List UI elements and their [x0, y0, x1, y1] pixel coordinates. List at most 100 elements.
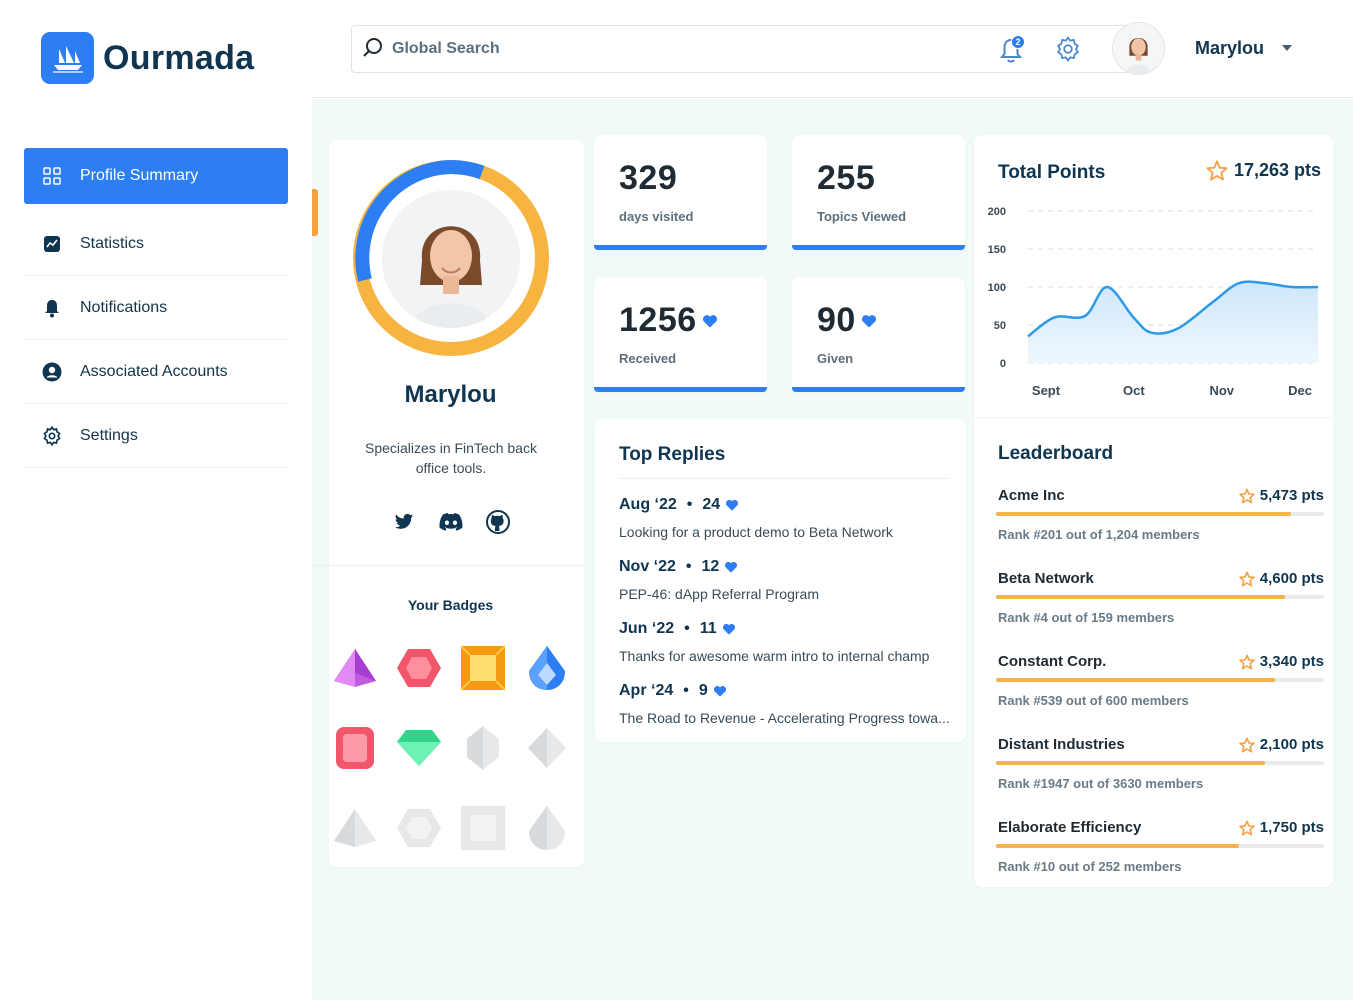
- leaderboard-item[interactable]: Elaborate Efficiency 1,750 pts Rank #10 ou…: [996, 819, 1324, 874]
- discord-icon[interactable]: [438, 509, 464, 535]
- leaderboard-item[interactable]: Acme Inc 5,473 pts Rank #201 out of 1,204 …: [996, 487, 1324, 542]
- leaderboard-points: 2,100 pts: [1238, 736, 1324, 753]
- leaderboard-rank: Rank #4 out of 159 members: [998, 610, 1175, 625]
- active-indicator: [312, 189, 318, 236]
- leaderboard-name: Acme Inc: [998, 487, 1065, 504]
- leaderboard-item[interactable]: Distant Industries 2,100 pts Rank #1947 ou…: [996, 736, 1324, 791]
- leaderboard-progress-bar: [996, 595, 1324, 599]
- reply-date: Aug ‘22: [619, 496, 677, 513]
- notification-count-badge: 2: [1011, 35, 1025, 49]
- star-icon: [1238, 488, 1255, 503]
- bell-icon: [42, 298, 62, 318]
- chevron-down-icon[interactable]: [1282, 45, 1292, 51]
- total-points-title: Total Points: [998, 162, 1106, 183]
- y-tick-label: 100: [988, 282, 1006, 294]
- leaderboard-points: 5,473 pts: [1238, 487, 1324, 504]
- leaderboard-progress-bar: [996, 512, 1324, 516]
- pink-ruby-gem-icon[interactable]: [331, 724, 379, 772]
- stat-value: 255: [817, 159, 876, 197]
- leaderboard-points: 3,340 pts: [1238, 653, 1324, 670]
- settings-gear-icon[interactable]: [1055, 36, 1083, 64]
- gray-pyramid-gem-icon[interactable]: [331, 804, 379, 852]
- leaderboard-name: Constant Corp.: [998, 653, 1107, 670]
- sidebar: Ourmada Profile Summary Statistics Notif…: [0, 0, 312, 1000]
- leaderboard-rank: Rank #10 out of 252 members: [998, 859, 1182, 874]
- star-icon: [1238, 654, 1255, 669]
- heart-icon: [725, 561, 738, 573]
- reply-item[interactable]: Apr ‘24 • 9 The Road to Revenue - Accelera…: [619, 682, 959, 726]
- app-name: Ourmada: [103, 38, 255, 77]
- gray-oval-gem-icon[interactable]: [459, 724, 507, 772]
- heart-icon: [702, 314, 717, 327]
- leaderboard-progress-fill: [996, 512, 1292, 516]
- profile-name: Marylou: [404, 381, 497, 408]
- leaderboard-rank: Rank #201 out of 1,204 members: [998, 527, 1200, 542]
- gray-star-gem-icon[interactable]: [523, 724, 571, 772]
- leaderboard-progress-fill: [996, 844, 1239, 848]
- reply-text: The Road to Revenue - Accelerating Progr…: [619, 710, 950, 726]
- leaderboard-progress-fill: [996, 678, 1275, 682]
- star-icon: [1238, 737, 1255, 752]
- gray-hexagon-gem-icon[interactable]: [395, 804, 443, 852]
- red-hexagon-gem-icon[interactable]: [395, 644, 443, 692]
- sidebar-nav: Profile Summary Statistics Notifications…: [24, 148, 288, 468]
- gray-square-gem-icon[interactable]: [459, 804, 507, 852]
- leaderboard-progress-fill: [996, 761, 1265, 765]
- divider: [619, 478, 949, 479]
- sidebar-item-label: Associated Accounts: [80, 362, 228, 380]
- leaderboard-name: Elaborate Efficiency: [998, 819, 1142, 836]
- stat-card-likes-given: 90 Given: [792, 277, 965, 392]
- top-header: 2 Marylou: [312, 0, 1353, 98]
- stat-card-topics-viewed: 255 Topics Viewed: [792, 135, 965, 250]
- sidebar-item-label: Statistics: [80, 234, 145, 252]
- leaderboard-progress-bar: [996, 761, 1324, 765]
- leaderboard-name: Beta Network: [998, 570, 1094, 587]
- star-icon: [1238, 571, 1255, 586]
- social-links: [391, 509, 511, 535]
- twitter-icon[interactable]: [391, 509, 417, 535]
- user-avatar[interactable]: [1112, 22, 1165, 75]
- leaderboard-item[interactable]: Constant Corp. 3,340 pts Rank #539 out of …: [996, 653, 1324, 708]
- green-diamond-gem-icon[interactable]: [395, 724, 443, 772]
- yellow-square-gem-icon[interactable]: [459, 644, 507, 692]
- app-logo[interactable]: Ourmada: [41, 32, 254, 84]
- stat-card-likes-received: 1256 Received: [594, 277, 767, 392]
- profile-photo: [382, 190, 520, 328]
- purple-pyramid-gem-icon[interactable]: [331, 644, 379, 692]
- x-tick-label: Dec: [1288, 383, 1312, 398]
- sidebar-item-statistics[interactable]: Statistics: [24, 212, 288, 276]
- reply-date: Nov ‘22: [619, 558, 676, 575]
- grid-icon: [42, 166, 62, 186]
- reply-likes: 11: [699, 620, 717, 637]
- leaderboard-points: 1,750 pts: [1238, 819, 1324, 836]
- sidebar-item-notifications[interactable]: Notifications: [24, 276, 288, 340]
- reply-item[interactable]: Jun ‘22 • 11 Thanks for awesome warm intro…: [619, 620, 959, 664]
- reply-item[interactable]: Nov ‘22 • 12 PEP-46: dApp Referral Program: [619, 558, 959, 602]
- y-tick-label: 150: [988, 244, 1006, 256]
- x-tick-label: Nov: [1209, 383, 1234, 398]
- sidebar-item-associated-accounts[interactable]: Associated Accounts: [24, 340, 288, 404]
- profile-bio: Specializes in FinTech back office tools…: [365, 440, 537, 476]
- stat-card-days-visited: 329 days visited: [594, 135, 767, 250]
- points-area-chart: 200 150 100 50 0 Sept Oct Nov Dec: [988, 206, 1319, 398]
- leaderboard-rank: Rank #1947 out of 3630 members: [998, 776, 1204, 791]
- gray-drop-gem-icon[interactable]: [523, 804, 571, 852]
- leaderboard-item[interactable]: Beta Network 4,600 pts Rank #4 out of 159 …: [996, 570, 1324, 625]
- badge-grid: [331, 644, 571, 852]
- stat-label: days visited: [619, 209, 694, 224]
- blue-drop-gem-icon[interactable]: [523, 644, 571, 692]
- chart-icon: [42, 234, 62, 254]
- user-name[interactable]: Marylou: [1195, 38, 1264, 59]
- sidebar-item-label: Settings: [80, 426, 138, 444]
- reply-item[interactable]: Aug ‘22 • 24 Looking for a product demo to…: [619, 496, 959, 540]
- sidebar-item-settings[interactable]: Settings: [24, 404, 288, 468]
- search-input[interactable]: [392, 40, 952, 58]
- github-icon[interactable]: [485, 509, 511, 535]
- sidebar-item-profile-summary[interactable]: Profile Summary: [24, 148, 288, 204]
- stat-value: 1256: [619, 301, 718, 340]
- heart-icon: [726, 499, 739, 511]
- star-icon: [1238, 820, 1255, 835]
- top-replies-title: Top Replies: [619, 444, 726, 465]
- stat-label: Given: [817, 351, 854, 366]
- stat-value: 329: [619, 159, 678, 197]
